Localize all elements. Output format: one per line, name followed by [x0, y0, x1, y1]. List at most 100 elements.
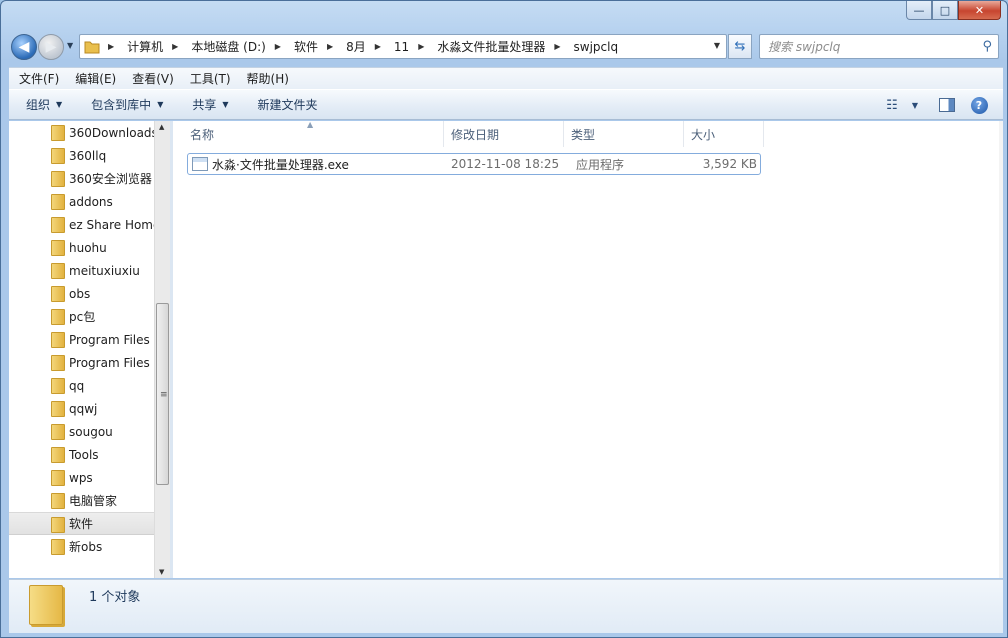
menu-view[interactable]: 查看(V): [124, 70, 182, 87]
folder-icon: [51, 332, 65, 348]
back-button[interactable]: ◀: [11, 34, 37, 60]
column-header-name[interactable]: 名称 ▲: [173, 120, 444, 147]
breadcrumb-separator-icon[interactable]: ▶: [172, 42, 178, 51]
column-size-label: 大小: [691, 127, 716, 142]
tree-item-label: Program Files: [69, 332, 150, 347]
refresh-button[interactable]: ⇆: [728, 34, 752, 59]
breadcrumb-item[interactable]: 计算机 ▶: [127, 38, 185, 55]
tree-item-label: 360Downloads: [69, 125, 154, 140]
file-date: 2012-11-08 18:25: [451, 157, 560, 171]
tree-item[interactable]: Tools: [9, 443, 154, 466]
menu-tools[interactable]: 工具(T): [182, 70, 239, 87]
organize-label: 组织: [26, 98, 51, 112]
close-button[interactable]: ✕: [958, 1, 1001, 20]
tree-item[interactable]: 360安全浏览器: [9, 167, 154, 190]
tree-item-label: 新obs: [69, 540, 103, 554]
breadcrumb-item[interactable]: swjpclq: [574, 40, 619, 54]
breadcrumb-label: 11: [393, 39, 410, 54]
breadcrumb-label: swjpclq: [573, 39, 619, 54]
breadcrumb-item[interactable]: 水淼文件批量处理器 ▶: [437, 38, 567, 55]
new-folder-button[interactable]: 新建文件夹: [241, 96, 330, 113]
tree-item[interactable]: 360Downloads: [9, 121, 154, 144]
tree-item[interactable]: meituxiuxiu: [9, 259, 154, 282]
tree-item[interactable]: addons: [9, 190, 154, 213]
tree-item[interactable]: wps: [9, 466, 154, 489]
menu-edit[interactable]: 编辑(E): [67, 70, 124, 87]
tree-item[interactable]: 软件: [9, 512, 154, 535]
breadcrumb-item[interactable]: 11 ▶: [394, 40, 431, 54]
organize-button[interactable]: 组织 ▼: [9, 96, 74, 113]
address-bar[interactable]: ▶ 计算机 ▶ 本地磁盘 (D:) ▶ 软件 ▶ 8月 ▶ 11 ▶ 水淼文件批量处理器 ▶…: [79, 34, 727, 59]
file-list-scrollbar[interactable]: [999, 121, 1003, 578]
folder-icon: [84, 40, 100, 54]
tree-item[interactable]: obs: [9, 282, 154, 305]
breadcrumb-item[interactable]: 8月 ▶: [346, 38, 388, 55]
breadcrumb-item[interactable]: 本地磁盘 (D:) ▶: [191, 38, 288, 55]
tree-item-label: 360llq: [69, 148, 107, 163]
file-type: 应用程序: [576, 157, 625, 172]
column-header-type[interactable]: 类型: [564, 121, 684, 147]
navigation-scrollbar[interactable]: ▲ ≡ ▼: [154, 121, 170, 578]
tree-item-label: huohu: [69, 240, 107, 255]
help-icon: ?: [970, 96, 988, 114]
file-list: 名称 ▲ 修改日期 类型 大小 水淼·文件批量处理器.exe 2012-11-0…: [173, 120, 1003, 578]
file-name: 水淼·文件批量处理器.exe: [212, 157, 349, 172]
breadcrumb-separator-icon[interactable]: ▶: [375, 42, 381, 51]
breadcrumb-separator-icon[interactable]: ▶: [327, 42, 333, 51]
scroll-down-icon[interactable]: ▼: [159, 568, 164, 576]
maximize-button[interactable]: □: [932, 1, 958, 20]
folder-icon: [51, 171, 65, 187]
address-dropdown-icon[interactable]: ▼: [714, 41, 720, 50]
breadcrumb-separator-icon[interactable]: ▶: [418, 42, 424, 51]
preview-pane-button[interactable]: [937, 96, 957, 114]
file-row[interactable]: 水淼·文件批量处理器.exe 2012-11-08 18:25 应用程序 3,5…: [187, 153, 761, 175]
tree-item-label: Tools: [69, 447, 99, 462]
tree-item[interactable]: qqwj: [9, 397, 154, 420]
tree-item-label: qqwj: [69, 401, 98, 416]
application-icon: [192, 157, 208, 171]
preview-pane-icon: [939, 98, 955, 112]
search-input[interactable]: 搜索 swjpclq ⚲: [759, 34, 999, 59]
view-options-icon[interactable]: ☷: [881, 96, 901, 114]
tree-item[interactable]: Program Files: [9, 351, 154, 374]
tree-item-label: obs: [69, 286, 91, 301]
recent-pages-dropdown[interactable]: ▼: [67, 41, 73, 50]
forward-button[interactable]: ▶: [38, 34, 64, 60]
tree-item[interactable]: 新obs: [9, 535, 154, 558]
folder-icon: [51, 378, 65, 394]
tree-item[interactable]: pc包: [9, 305, 154, 328]
column-name-label: 名称: [190, 127, 215, 142]
breadcrumb-separator-icon[interactable]: ▶: [554, 42, 560, 51]
minimize-button[interactable]: —: [906, 1, 932, 20]
tree-item[interactable]: ez Share Home: [9, 213, 154, 236]
breadcrumb-separator-icon[interactable]: ▶: [108, 42, 114, 51]
breadcrumb-separator-icon[interactable]: ▶: [275, 42, 281, 51]
tree-item[interactable]: sougou: [9, 420, 154, 443]
share-button[interactable]: 共享 ▼: [175, 96, 240, 113]
tree-item[interactable]: Program Files: [9, 328, 154, 351]
include-library-button[interactable]: 包含到库中 ▼: [74, 96, 175, 113]
breadcrumb-item[interactable]: 软件 ▶: [294, 38, 340, 55]
breadcrumb-label: 本地磁盘 (D:): [191, 40, 266, 54]
scroll-up-icon[interactable]: ▲: [159, 123, 164, 131]
menu-file[interactable]: 文件(F): [11, 70, 67, 87]
menu-help[interactable]: 帮助(H): [239, 70, 297, 87]
column-header-size[interactable]: 大小: [684, 121, 764, 147]
search-icon[interactable]: ⚲: [982, 39, 992, 54]
tree-item[interactable]: 电脑管家: [9, 489, 154, 512]
tree-item[interactable]: qq: [9, 374, 154, 397]
help-button[interactable]: ?: [969, 96, 989, 114]
column-header-date[interactable]: 修改日期: [444, 121, 564, 147]
folder-icon: [51, 217, 65, 233]
details-pane: 1 个对象: [9, 579, 1003, 633]
chevron-down-icon[interactable]: ▼: [905, 96, 925, 114]
column-type-label: 类型: [571, 127, 596, 142]
tree-item-label: qq: [69, 378, 85, 393]
scrollbar-thumb[interactable]: ≡: [156, 303, 169, 485]
tree-item[interactable]: huohu: [9, 236, 154, 259]
breadcrumb-label: 计算机: [127, 40, 164, 54]
folder-icon: [51, 401, 65, 417]
tree-item[interactable]: 360llq: [9, 144, 154, 167]
folder-icon: [51, 194, 65, 210]
search-placeholder: 搜索 swjpclq: [768, 40, 841, 54]
